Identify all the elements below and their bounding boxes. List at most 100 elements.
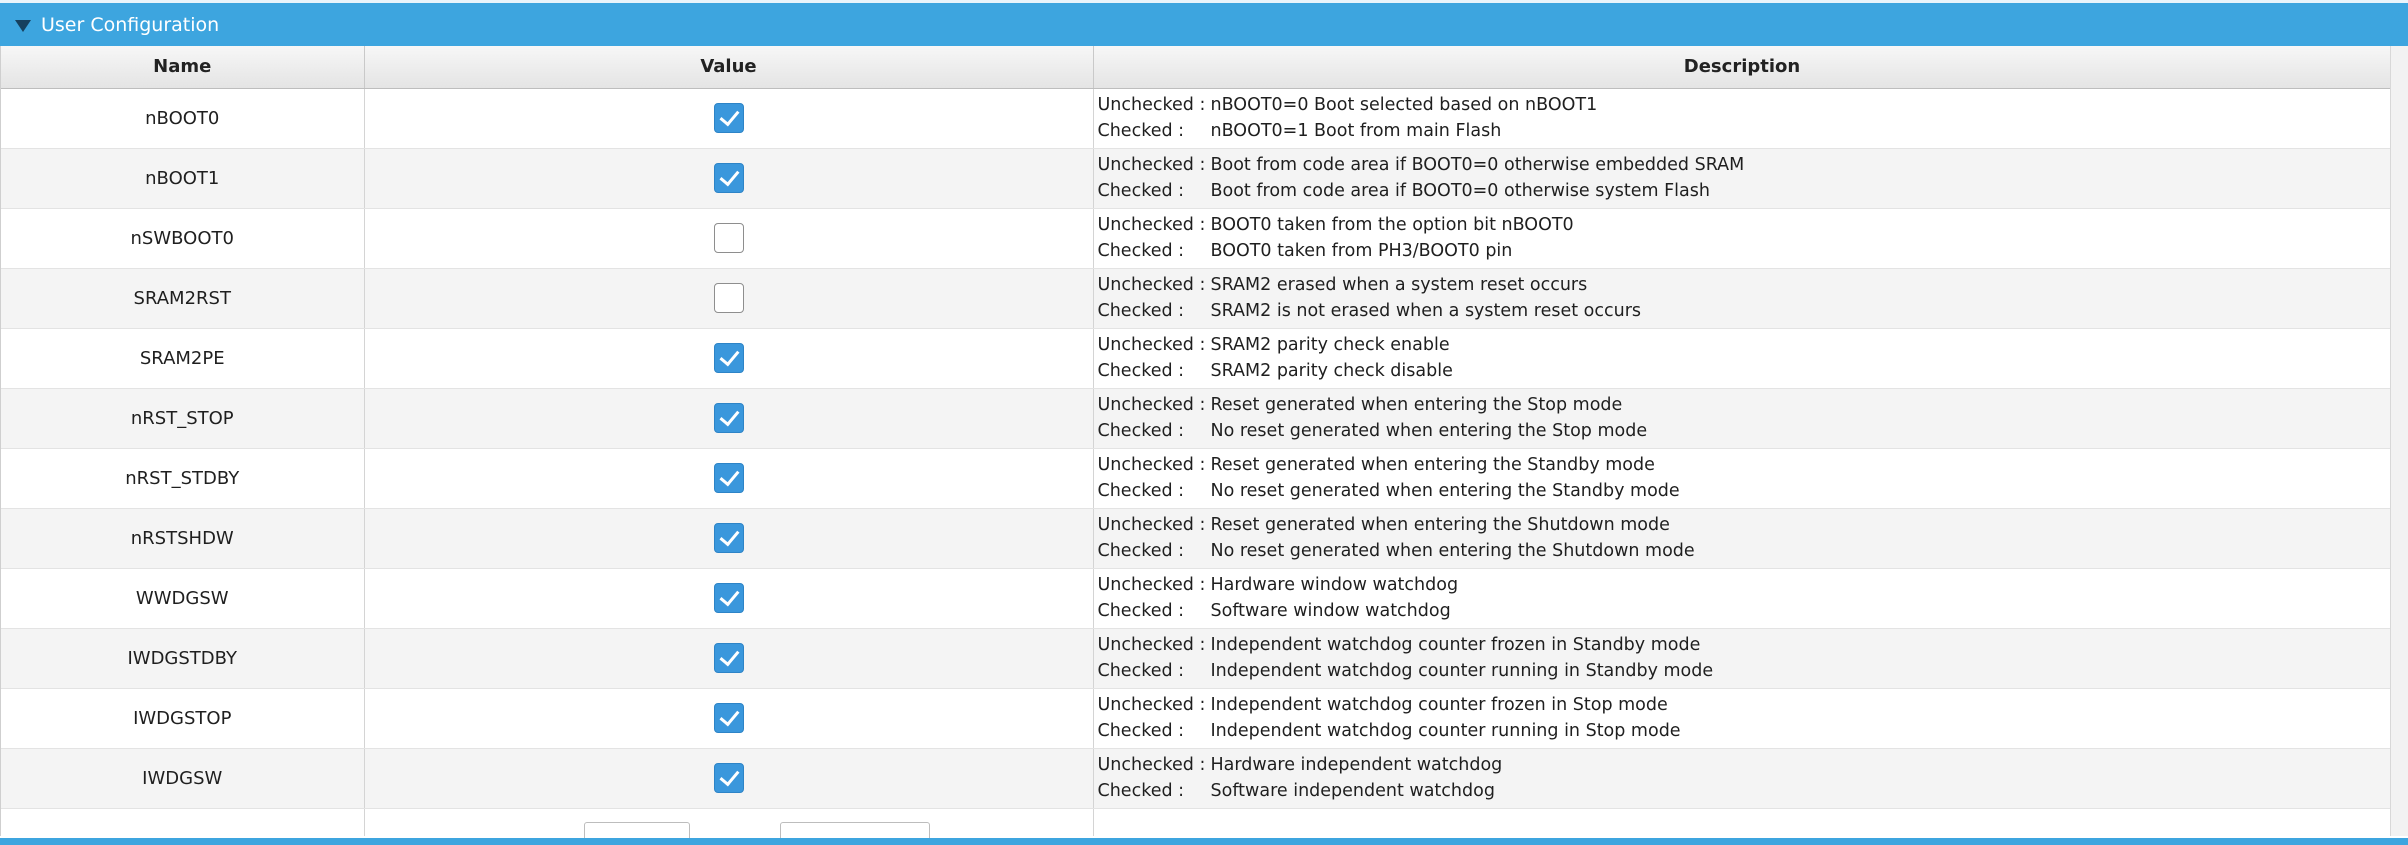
unchecked-text: SRAM2 erased when a system reset occurs <box>1210 275 1588 295</box>
checked-label: Checked : <box>1097 361 1185 381</box>
collapse-triangle-icon[interactable] <box>15 19 31 32</box>
option-name: nRSTSHDW <box>1 508 365 569</box>
checked-text: SRAM2 is not erased when a system reset … <box>1210 301 1642 321</box>
checked-text: Independent watchdog counter running in … <box>1210 661 1714 681</box>
checked-label: Checked : <box>1097 541 1185 561</box>
checked-label: Checked : <box>1097 661 1185 681</box>
option-name <box>1 808 365 836</box>
option-description <box>1093 808 2391 836</box>
option-checkbox[interactable] <box>713 763 744 793</box>
option-description: Unchecked : SRAM2 erased when a system re… <box>1093 268 2391 329</box>
option-name: IWDGSW <box>1 748 365 809</box>
checked-text: BOOT0 taken from PH3/BOOT0 pin <box>1210 241 1513 261</box>
table-row: WWDGSW Unchecked : Hardware window watchd… <box>1 568 2391 629</box>
option-name: IWDGSTOP <box>1 688 365 749</box>
option-value-cell <box>364 148 1094 209</box>
column-header-value[interactable]: Value <box>364 46 1094 89</box>
option-name: nBOOT1 <box>1 148 365 209</box>
checked-text: No reset generated when entering the Sta… <box>1210 481 1680 501</box>
unchecked-label: Unchecked : <box>1097 755 1206 775</box>
unchecked-text: Reset generated when entering the Stop m… <box>1210 395 1623 415</box>
unchecked-label: Unchecked : <box>1097 335 1206 355</box>
option-checkbox[interactable] <box>713 103 744 133</box>
table-row: nRST_STDBY Unchecked : Reset generated wh… <box>1 448 2391 509</box>
table-header-row: Name Value Description <box>1 46 2391 89</box>
unchecked-label: Unchecked : <box>1097 215 1206 235</box>
option-description: Unchecked : SRAM2 parity check enable Che… <box>1093 328 2391 389</box>
vertical-scrollbar[interactable] <box>2390 46 2408 836</box>
option-value-cell <box>364 508 1094 569</box>
table-row: IWDGSW Unchecked : Hardware independent w… <box>1 748 2391 809</box>
option-value-cell <box>364 448 1094 509</box>
option-checkbox[interactable] <box>713 343 744 373</box>
checked-text: Boot from code area if BOOT0=0 otherwise… <box>1210 181 1710 201</box>
checked-label: Checked : <box>1097 601 1185 621</box>
column-header-name[interactable]: Name <box>1 46 365 89</box>
option-value-cell <box>364 88 1094 149</box>
table-row-partial <box>1 808 2391 836</box>
table-row: SRAM2RST Unchecked : SRAM2 erased when a … <box>1 268 2391 329</box>
bottom-panel-bar <box>0 838 2408 845</box>
unchecked-text: Reset generated when entering the Shutdo… <box>1210 515 1670 535</box>
option-checkbox[interactable] <box>713 463 744 493</box>
checked-text: nBOOT0=1 Boot from main Flash <box>1210 121 1502 141</box>
option-name: SRAM2RST <box>1 268 365 329</box>
option-value-cell <box>364 748 1094 809</box>
table-row: nSWBOOT0 Unchecked : BOOT0 taken from the… <box>1 208 2391 269</box>
checked-label: Checked : <box>1097 781 1185 801</box>
option-description: Unchecked : Reset generated when entering… <box>1093 508 2391 569</box>
option-value-cell <box>364 628 1094 689</box>
option-value-cell <box>364 688 1094 749</box>
checked-text: Software window watchdog <box>1210 601 1451 621</box>
checked-text: No reset generated when entering the Shu… <box>1210 541 1695 561</box>
unchecked-label: Unchecked : <box>1097 95 1206 115</box>
column-header-description[interactable]: Description <box>1093 46 2391 89</box>
checked-label: Checked : <box>1097 241 1185 261</box>
checked-text: No reset generated when entering the Sto… <box>1210 421 1648 441</box>
option-value-cell <box>364 808 1094 836</box>
checked-label: Checked : <box>1097 181 1185 201</box>
option-name: nRST_STDBY <box>1 448 365 509</box>
checked-label: Checked : <box>1097 301 1185 321</box>
checked-label: Checked : <box>1097 421 1185 441</box>
option-checkbox[interactable] <box>713 403 744 433</box>
option-description: Unchecked : Independent watchdog counter … <box>1093 628 2391 689</box>
unchecked-text: Reset generated when entering the Standb… <box>1210 455 1655 475</box>
option-value-cell <box>364 328 1094 389</box>
option-name: nSWBOOT0 <box>1 208 365 269</box>
option-description: Unchecked : Reset generated when entering… <box>1093 448 2391 509</box>
user-config-table: Name Value Description nBOOT0 Unchecked … <box>0 46 2391 836</box>
checked-label: Checked : <box>1097 721 1185 741</box>
option-value-cell <box>364 268 1094 329</box>
checked-text: Independent watchdog counter running in … <box>1210 721 1681 741</box>
unchecked-text: nBOOT0=0 Boot selected based on nBOOT1 <box>1210 95 1598 115</box>
option-description: Unchecked : Boot from code area if BOOT0=… <box>1093 148 2391 209</box>
unchecked-label: Unchecked : <box>1097 455 1206 475</box>
option-description: Unchecked : Hardware independent watchdog… <box>1093 748 2391 809</box>
table-row: nBOOT0 Unchecked : nBOOT0=0 Boot selected… <box>1 88 2391 149</box>
checked-label: Checked : <box>1097 481 1185 501</box>
table-row: nRSTSHDW Unchecked : Reset generated when… <box>1 508 2391 569</box>
option-checkbox[interactable] <box>713 643 744 673</box>
checked-text: SRAM2 parity check disable <box>1210 361 1453 381</box>
option-name: SRAM2PE <box>1 328 365 389</box>
option-description: Unchecked : Reset generated when entering… <box>1093 388 2391 449</box>
option-description: Unchecked : BOOT0 taken from the option b… <box>1093 208 2391 269</box>
unchecked-label: Unchecked : <box>1097 575 1206 595</box>
table-row: IWDGSTOP Unchecked : Independent watchdog… <box>1 688 2391 749</box>
option-checkbox[interactable] <box>713 163 744 193</box>
table-row: nBOOT1 Unchecked : Boot from code area if… <box>1 148 2391 209</box>
option-checkbox[interactable] <box>713 583 744 613</box>
unchecked-label: Unchecked : <box>1097 155 1206 175</box>
option-checkbox[interactable] <box>713 283 744 313</box>
option-description: Unchecked : Independent watchdog counter … <box>1093 688 2391 749</box>
unchecked-text: Independent watchdog counter frozen in S… <box>1210 695 1668 715</box>
option-checkbox[interactable] <box>713 523 744 553</box>
panel-header[interactable]: User Configuration <box>0 0 2408 46</box>
unchecked-label: Unchecked : <box>1097 275 1206 295</box>
unchecked-label: Unchecked : <box>1097 695 1206 715</box>
option-checkbox[interactable] <box>713 703 744 733</box>
option-checkbox[interactable] <box>713 223 744 253</box>
unchecked-label: Unchecked : <box>1097 395 1206 415</box>
table-row: nRST_STOP Unchecked : Reset generated whe… <box>1 388 2391 449</box>
